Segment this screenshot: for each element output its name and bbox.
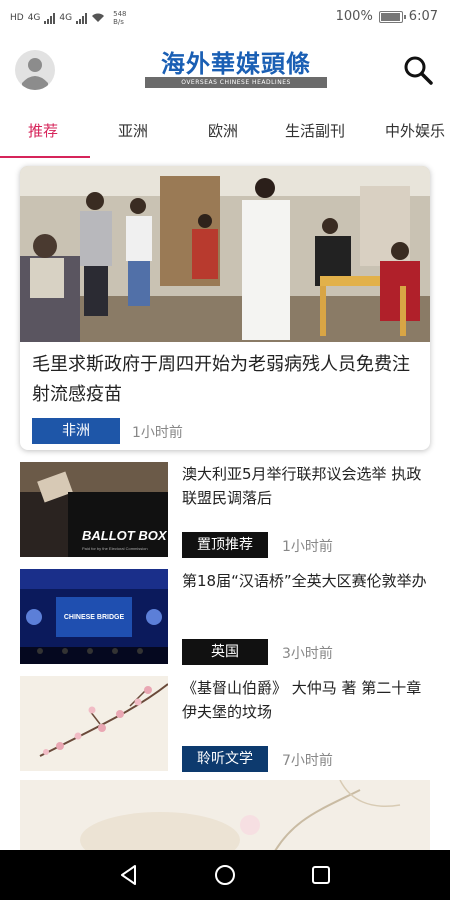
tab-entertainment[interactable]: 中外娱乐 <box>385 120 445 141</box>
recents-square-icon[interactable] <box>309 863 333 887</box>
user-avatar-icon[interactable] <box>15 50 55 90</box>
hd-indicator: HD <box>10 12 24 23</box>
speed-value: 548 <box>113 10 127 18</box>
speed-unit: B/s <box>113 18 124 26</box>
hero-article-title[interactable]: 毛里求斯政府于周四开始为老弱病残人员免费注射流感疫苗 <box>32 350 424 410</box>
battery-icon <box>378 10 406 23</box>
article-thumbnail <box>20 676 168 771</box>
article-title[interactable]: 第18届“汉语桥”全英大区赛伦敦举办 <box>182 569 434 593</box>
category-tabs: 推荐 亚洲 欧洲 生活副刊 中外娱乐 <box>0 112 450 159</box>
tab-asia[interactable]: 亚洲 <box>118 120 148 141</box>
hero-article-image <box>20 166 430 342</box>
thumb-stage-text: CHINESE BRIDGE <box>64 614 125 621</box>
article-title[interactable]: 澳大利亚5月举行联邦议会选举 执政联盟民调落后 <box>182 462 434 510</box>
tab-life-supplement[interactable]: 生活副刊 <box>285 120 345 141</box>
article-list-item[interactable]: CHINESE BRIDGE 第18届“汉语桥”全英大区赛伦敦举办 英国 3小时… <box>0 569 450 673</box>
system-nav-bar <box>0 850 450 900</box>
thumb-ballot-subtext: Paid for by the Electoral Commission <box>82 546 148 551</box>
article-category-tag[interactable]: 英国 <box>182 639 268 665</box>
wifi-icon <box>92 13 105 22</box>
article-thumbnail: CHINESE BRIDGE <box>20 569 168 664</box>
article-category-tag[interactable]: 聆听文学 <box>182 746 268 772</box>
news-feed[interactable]: 毛里求斯政府于周四开始为老弱病残人员免费注射流感疫苗 非洲 1小时前 BALLO… <box>0 158 450 850</box>
clock: 6:07 <box>408 9 438 24</box>
status-bar: HD 4G 4G 548 B/s 100% 6:07 <box>0 0 450 34</box>
article-thumbnail: BALLOT BOX Paid for by the Electoral Com… <box>20 462 168 557</box>
tab-europe[interactable]: 欧洲 <box>208 120 238 141</box>
thumb-ballot-text: BALLOT BOX <box>82 528 168 543</box>
hero-article-time: 1小时前 <box>132 425 183 441</box>
logo-text: 海外華媒頭條 <box>161 49 311 78</box>
next-article-preview[interactable] <box>20 780 430 850</box>
tab-recommended[interactable]: 推荐 <box>28 120 58 141</box>
article-time: 7小时前 <box>282 753 333 769</box>
article-list-item[interactable]: 《基督山伯爵》 大仲马 著 第二十章 伊夫堡的坟场 聆听文学 7小时前 <box>0 676 450 780</box>
logo-subtitle: OVERSEAS CHINESE HEADLINES <box>181 79 291 86</box>
network-type-2: 4G <box>59 12 73 23</box>
status-right: 100% 6:07 <box>336 9 438 24</box>
network-speed: 548 B/s <box>113 10 126 26</box>
battery-percent: 100% <box>335 9 373 24</box>
article-time: 3小时前 <box>282 646 333 662</box>
search-icon[interactable] <box>402 54 434 86</box>
back-triangle-icon[interactable] <box>117 863 141 887</box>
network-type-1: 4G <box>27 12 41 23</box>
hero-category-tag[interactable]: 非洲 <box>32 418 120 444</box>
article-time: 1小时前 <box>282 539 333 555</box>
signal-icon <box>44 12 56 24</box>
signal-icon-2 <box>76 12 88 24</box>
home-circle-icon[interactable] <box>213 863 237 887</box>
article-title[interactable]: 《基督山伯爵》 大仲马 著 第二十章 伊夫堡的坟场 <box>182 676 436 724</box>
article-list-item[interactable]: BALLOT BOX Paid for by the Electoral Com… <box>0 462 450 566</box>
status-left: HD 4G 4G 548 B/s <box>10 10 126 26</box>
app-logo: 海外華媒頭條 OVERSEAS CHINESE HEADLINES <box>145 49 327 91</box>
app-header: 海外華媒頭條 OVERSEAS CHINESE HEADLINES <box>0 34 450 104</box>
hero-article-card[interactable]: 毛里求斯政府于周四开始为老弱病残人员免费注射流感疫苗 非洲 1小时前 <box>20 166 430 450</box>
article-category-tag[interactable]: 置顶推荐 <box>182 532 268 558</box>
